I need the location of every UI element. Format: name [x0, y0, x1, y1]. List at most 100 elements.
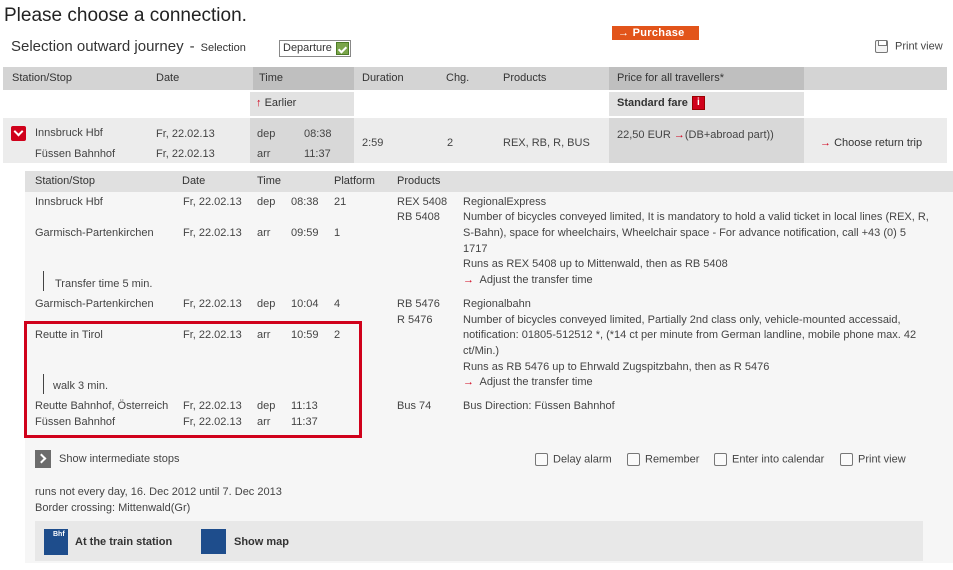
print-view-link-top[interactable]: Print view: [875, 40, 943, 53]
calendar-link[interactable]: Enter into calendar: [714, 453, 824, 466]
leg1-to-date: Fr, 22.02.13: [183, 227, 242, 239]
conn-changes: 2: [447, 137, 454, 149]
leg1-adjust-transfer-link[interactable]: → Adjust the transfer time: [463, 274, 593, 286]
col-duration: Duration: [362, 72, 404, 84]
conn-arr-label: arr: [257, 148, 271, 160]
leg1-train-name: RegionalExpress: [463, 196, 547, 208]
conn-dep-date: Fr, 22.02.13: [156, 128, 215, 140]
conn-products: REX, RB, R, BUS: [503, 137, 590, 149]
section-dash: -: [189, 38, 195, 55]
standard-fare-label: Standard fare: [617, 96, 688, 109]
arrow-right-icon: →: [820, 137, 831, 149]
highlight-box: [24, 321, 362, 438]
col-time: Time: [259, 72, 284, 84]
adjust-label: Adjust the transfer time: [479, 274, 593, 286]
show-map-link[interactable]: Show map: [234, 536, 289, 548]
calendar-label: Enter into calendar: [732, 453, 825, 466]
chevron-right-icon[interactable]: [35, 450, 51, 468]
leg1-to-station: Garmisch-Partenkirchen: [35, 227, 154, 239]
arrow-right-icon: →: [463, 274, 474, 286]
collapse-toggle-icon[interactable]: [11, 126, 26, 141]
leg2-from-date: Fr, 22.02.13: [183, 298, 242, 310]
print-view-label: Print view: [858, 453, 906, 466]
remember-label: Remember: [645, 453, 700, 466]
leg2-train-name: Regionalbahn: [463, 298, 531, 310]
leg1-product-b: RB 5408: [397, 211, 440, 223]
leg1-info-1: Number of bicycles conveyed limited, It …: [463, 211, 929, 223]
border-note: Border crossing: Mittenwald(Gr): [35, 502, 191, 514]
conn-arr-time: 11:37: [304, 148, 331, 160]
leg2-from-station: Garmisch-Partenkirchen: [35, 298, 154, 310]
detail-table-header: Station/Stop Date Time Platform Products: [25, 171, 953, 192]
leg1-to-platform: 1: [334, 227, 341, 239]
price-note[interactable]: (DB+abroad part)): [685, 129, 774, 141]
conn-price: 22,50 EUR →(DB+abroad part)): [617, 129, 774, 141]
purchase-label: Purchase: [632, 27, 685, 39]
col-date: Date: [156, 72, 180, 84]
direction-select[interactable]: Departure: [279, 40, 351, 57]
purchase-button[interactable]: → Purchase: [612, 26, 699, 40]
delay-alarm-link[interactable]: Delay alarm: [535, 453, 612, 466]
detail-col-date: Date: [182, 175, 206, 187]
map-icon[interactable]: [201, 529, 226, 554]
leg2-from-platform: 4: [334, 298, 341, 310]
leg2-info-2: notification: 01805-512512 *, (*14 ct pe…: [463, 329, 917, 341]
leg2-adjust-transfer-link[interactable]: → Adjust the transfer time: [463, 376, 593, 388]
runs-note: runs not every day, 16. Dec 2012 until 7…: [35, 486, 282, 498]
leg1-from-time: 08:38: [291, 196, 319, 208]
conn-to: Füssen Bahnhof: [35, 148, 116, 160]
calendar-icon: [714, 453, 727, 466]
notepad-icon: [627, 453, 640, 466]
leg1-info-3: 1717: [463, 243, 488, 255]
leg3-product: Bus 74: [397, 400, 432, 412]
conn-from: Innsbruck Hbf: [35, 127, 103, 139]
conn-dep-label: dep: [257, 128, 276, 140]
show-intermediate-stops-link[interactable]: Show intermediate stops: [59, 453, 179, 465]
print-view-label: Print view: [895, 40, 943, 53]
page-title: Please choose a connection.: [4, 5, 247, 26]
col-changes: Chg.: [446, 72, 470, 84]
arrow-right-icon: →: [463, 376, 474, 388]
overview-subheader: [3, 90, 947, 117]
section-title-text: Selection outward journey: [11, 38, 184, 55]
leg1-from-platform: 21: [334, 196, 347, 208]
printer-icon: [840, 453, 853, 466]
leg2-from-time: 10:04: [291, 298, 319, 310]
leg2-product-a: RB 5476: [397, 298, 440, 310]
leg1-to-type: arr: [257, 227, 271, 239]
choose-return-link[interactable]: → Choose return trip: [820, 137, 922, 149]
leg3-info: Bus Direction: Füssen Bahnhof: [463, 400, 615, 412]
chevron-down-icon[interactable]: [336, 42, 349, 55]
col-products: Products: [503, 72, 547, 84]
print-view-link[interactable]: Print view: [840, 453, 906, 466]
leg1-product-a: REX 5408: [397, 196, 448, 208]
price-value: 22,50 EUR: [617, 129, 671, 141]
standard-fare: Standard fare i: [617, 96, 705, 110]
leg1-from-type: dep: [257, 196, 276, 208]
leg1-runs: Runs as REX 5408 up to Mittenwald, then …: [463, 258, 728, 270]
choose-return-label: Choose return trip: [834, 137, 923, 149]
detail-col-products: Products: [397, 175, 441, 187]
detail-col-station: Station/Stop: [35, 175, 95, 187]
info-icon[interactable]: i: [691, 96, 705, 110]
detail-col-time: Time: [257, 175, 282, 187]
leg2-info-3: ct/Min.): [463, 345, 500, 357]
alarm-clock-icon: [535, 453, 548, 466]
train-station-icon[interactable]: [44, 529, 68, 555]
selection-label: Selection: [200, 42, 246, 54]
col-station: Station/Stop: [12, 72, 72, 84]
transfer-line: [43, 271, 44, 291]
at-train-station-link[interactable]: At the train station: [75, 536, 172, 548]
section-title: Selection outward journey - Selection: [11, 38, 246, 55]
arrow-up-icon: ↑: [256, 97, 262, 109]
arrow-right-icon: →: [673, 129, 685, 141]
transfer-time-1: Transfer time 5 min.: [55, 278, 153, 290]
earlier-link[interactable]: ↑ Earlier: [256, 97, 296, 109]
delay-alarm-label: Delay alarm: [553, 453, 612, 466]
arrow-right-icon: →: [618, 27, 633, 39]
connection-row[interactable]: Innsbruck Hbf Füssen Bahnhof Fr, 22.02.1…: [3, 118, 947, 163]
leg1-to-time: 09:59: [291, 227, 319, 239]
adjust-label: Adjust the transfer time: [479, 376, 593, 388]
remember-link[interactable]: Remember: [627, 453, 699, 466]
printer-icon: [875, 40, 888, 53]
